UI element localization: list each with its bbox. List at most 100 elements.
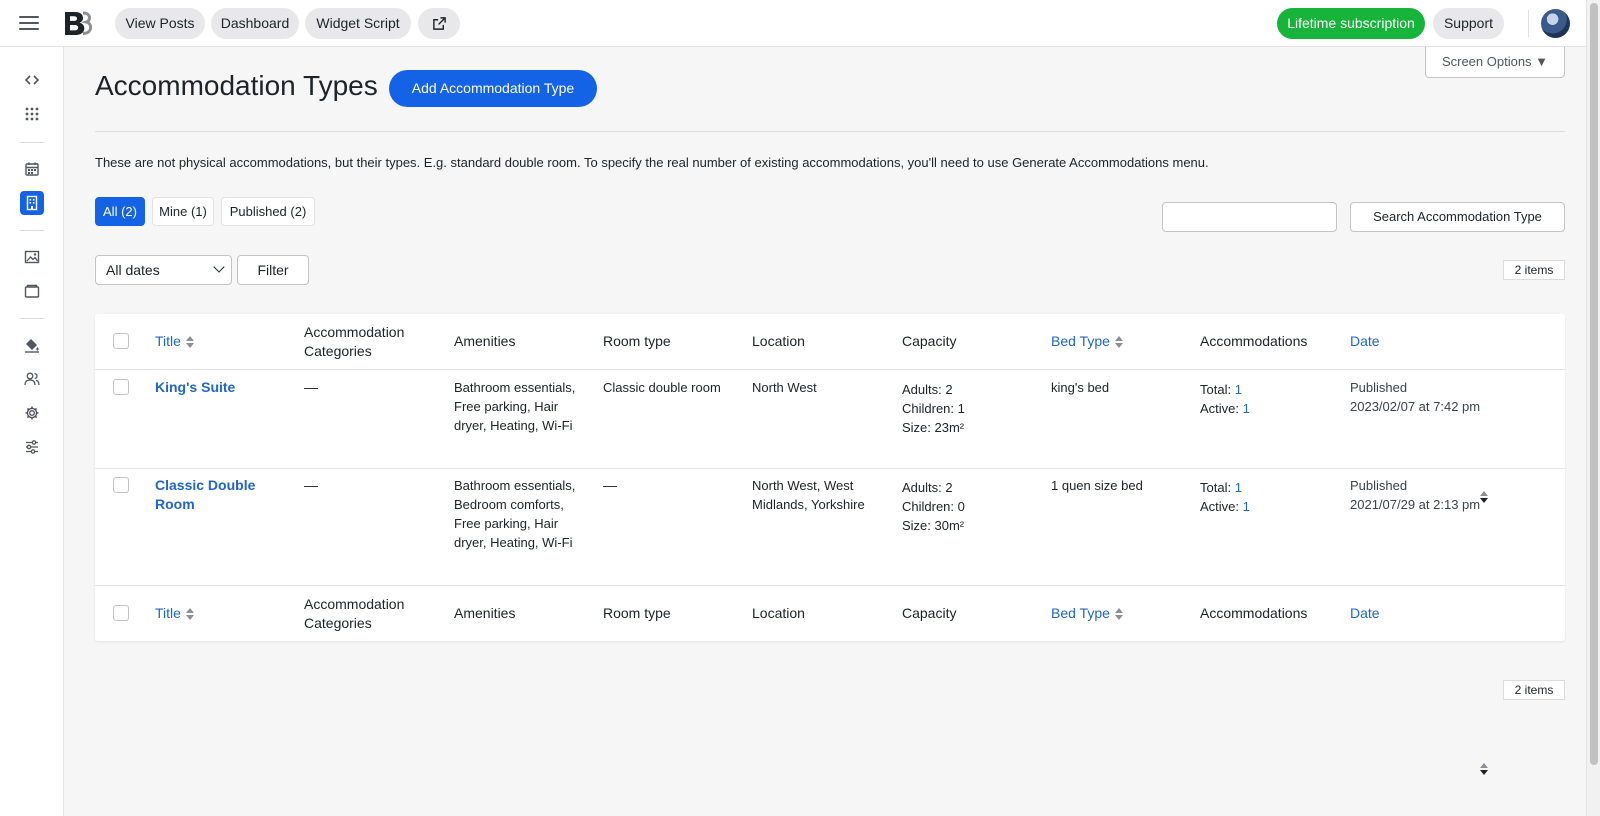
header-divider bbox=[95, 131, 1565, 132]
building-icon[interactable] bbox=[20, 191, 44, 215]
active-label: Active: bbox=[1200, 401, 1240, 416]
search-accommodation-type-button[interactable]: Search Accommodation Type bbox=[1350, 202, 1565, 232]
active-label: Active: bbox=[1200, 499, 1240, 514]
users-icon[interactable] bbox=[20, 367, 44, 391]
row-amenities[interactable]: Bathroom essentials, Free parking, Hair … bbox=[454, 378, 584, 435]
paint-bucket-icon[interactable] bbox=[20, 333, 44, 357]
view-posts-button[interactable]: View Posts bbox=[115, 8, 205, 39]
accommodation-types-table: Title Accommodation Categories Amenities… bbox=[95, 314, 1565, 776]
row-status: Published bbox=[1350, 478, 1408, 493]
view-mine-tab[interactable]: Mine (1) bbox=[152, 197, 214, 226]
row-date-value: 2023/02/07 at 7:42 pm bbox=[1350, 399, 1481, 414]
capacity-adults: Adults: 2 bbox=[902, 480, 953, 495]
code-icon[interactable] bbox=[20, 68, 44, 92]
search-input[interactable] bbox=[1162, 202, 1337, 232]
scrollbar-thumb[interactable] bbox=[1590, 3, 1598, 765]
column-footer-categories: Accommodation Categories bbox=[304, 596, 405, 631]
row-checkbox[interactable] bbox=[113, 379, 129, 395]
row-room-type: — bbox=[603, 477, 617, 493]
column-header-categories: Accommodation Categories bbox=[304, 324, 405, 359]
column-header-location: Location bbox=[752, 333, 805, 349]
folder-icon[interactable] bbox=[20, 279, 44, 303]
row-divider bbox=[95, 585, 1565, 586]
screen-options-button[interactable]: Screen Options ▼ bbox=[1425, 47, 1565, 78]
column-header-capacity: Capacity bbox=[902, 333, 957, 349]
sort-icon bbox=[1114, 607, 1123, 621]
avatar[interactable] bbox=[1541, 9, 1570, 38]
column-header-accommodations: Accommodations bbox=[1200, 333, 1308, 349]
menu-icon[interactable] bbox=[18, 13, 40, 33]
view-published-tab[interactable]: Published (2) bbox=[221, 197, 315, 226]
column-footer-room-type: Room type bbox=[603, 605, 671, 621]
column-footer-location: Location bbox=[752, 605, 805, 621]
widget-script-button[interactable]: Widget Script bbox=[305, 8, 411, 39]
row-capacity: Adults: 2 Children: 0 Size: 30m² bbox=[902, 478, 965, 535]
row-checkbox[interactable] bbox=[113, 477, 129, 493]
column-header-title[interactable]: Title bbox=[155, 332, 194, 351]
row-bed-type[interactable]: 1 quen size bed bbox=[1051, 476, 1143, 495]
external-link-button[interactable] bbox=[418, 8, 460, 39]
sidebar bbox=[0, 47, 64, 816]
capacity-size: Size: 23m² bbox=[902, 420, 965, 435]
row-location[interactable]: North West bbox=[752, 378, 887, 397]
column-header-room-type: Room type bbox=[603, 333, 671, 349]
row-room-type[interactable]: Classic double room bbox=[603, 378, 738, 397]
column-header-date[interactable]: Date bbox=[1350, 332, 1488, 504]
gear-icon[interactable] bbox=[20, 401, 44, 425]
capacity-children: Children: 0 bbox=[902, 499, 965, 514]
column-footer-accommodations: Accommodations bbox=[1200, 605, 1308, 621]
add-accommodation-type-button[interactable]: Add Accommodation Type bbox=[389, 70, 597, 107]
sidebar-divider bbox=[20, 142, 44, 143]
row-divider bbox=[95, 468, 1565, 469]
sliders-icon[interactable] bbox=[20, 435, 44, 459]
view-all-tab[interactable]: All (2) bbox=[95, 197, 145, 226]
row-title-link[interactable]: Classic Double Room bbox=[155, 476, 275, 514]
row-bed-type[interactable]: king's bed bbox=[1051, 378, 1109, 397]
active-link[interactable]: 1 bbox=[1243, 401, 1250, 416]
page-title: Accommodation Types bbox=[95, 70, 378, 101]
column-footer-date[interactable]: Date bbox=[1350, 604, 1488, 776]
items-count-top: 2 items bbox=[1503, 260, 1565, 280]
filter-button[interactable]: Filter bbox=[237, 255, 309, 285]
page-description: These are not physical accommodations, b… bbox=[95, 155, 1209, 170]
column-header-bed-type[interactable]: Bed Type bbox=[1051, 332, 1123, 351]
select-all-checkbox[interactable] bbox=[113, 333, 129, 349]
sort-icon bbox=[185, 607, 194, 621]
total-label: Total: bbox=[1200, 382, 1232, 397]
sidebar-divider bbox=[20, 318, 44, 319]
row-categories: — bbox=[304, 477, 318, 493]
grid-icon[interactable] bbox=[20, 102, 44, 126]
row-location[interactable]: North West, West Midlands, Yorkshire bbox=[752, 476, 877, 514]
active-link[interactable]: 1 bbox=[1243, 499, 1250, 514]
dashboard-button[interactable]: Dashboard bbox=[211, 8, 299, 39]
date-filter-select[interactable]: All dates bbox=[95, 255, 232, 285]
row-accommodations: Total: 1 Active: 1 bbox=[1200, 478, 1250, 516]
row-status: Published bbox=[1350, 380, 1408, 395]
column-footer-capacity: Capacity bbox=[902, 605, 957, 621]
row-title-link[interactable]: King's Suite bbox=[155, 378, 235, 397]
column-footer-title[interactable]: Title bbox=[155, 604, 194, 623]
external-link-icon bbox=[432, 17, 446, 30]
lifetime-subscription-button[interactable]: Lifetime subscription bbox=[1277, 8, 1425, 39]
items-count-bottom: 2 items bbox=[1503, 680, 1565, 700]
row-categories: — bbox=[304, 379, 318, 395]
top-bar: View Posts Dashboard Widget Script Lifet… bbox=[0, 0, 1586, 47]
image-icon[interactable] bbox=[20, 245, 44, 269]
total-link[interactable]: 1 bbox=[1235, 382, 1242, 397]
row-amenities[interactable]: Bathroom essentials, Bedroom comforts, F… bbox=[454, 476, 584, 552]
total-link[interactable]: 1 bbox=[1235, 480, 1242, 495]
capacity-children: Children: 1 bbox=[902, 401, 965, 416]
app-logo[interactable] bbox=[63, 10, 93, 37]
calendar-icon[interactable] bbox=[20, 157, 44, 181]
capacity-size: Size: 30m² bbox=[902, 518, 965, 533]
row-date: Published 2023/02/07 at 7:42 pm bbox=[1350, 378, 1480, 416]
sort-icon bbox=[185, 335, 194, 349]
sort-desc-icon bbox=[1479, 762, 1488, 776]
select-all-checkbox-footer[interactable] bbox=[113, 605, 129, 621]
page-scrollbar[interactable] bbox=[1586, 0, 1600, 816]
column-footer-bed-type[interactable]: Bed Type bbox=[1051, 604, 1123, 623]
row-date-value: 2021/07/29 at 2:13 pm bbox=[1350, 497, 1481, 512]
support-button[interactable]: Support bbox=[1433, 8, 1504, 39]
column-header-amenities: Amenities bbox=[454, 333, 516, 349]
sort-desc-icon bbox=[1479, 490, 1488, 504]
